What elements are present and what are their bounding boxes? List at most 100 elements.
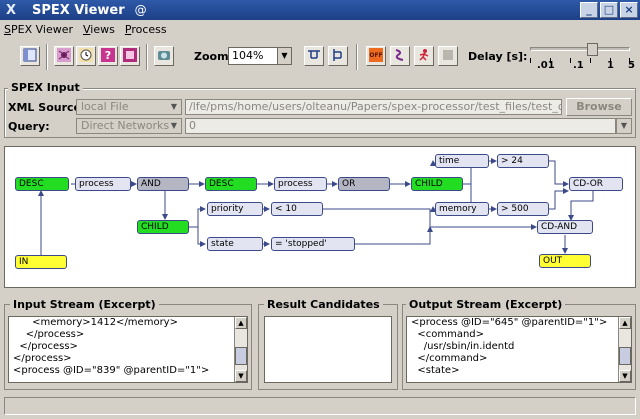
menu-process[interactable]: Process (125, 23, 167, 36)
tree-vertical-icon (333, 49, 342, 61)
scroll-thumb[interactable] (235, 347, 247, 365)
svg-text:?: ? (105, 49, 111, 62)
bug-button[interactable] (54, 46, 74, 66)
graph-node[interactable]: < 10 (271, 202, 323, 216)
menu-spex-viewer[interactable]: SPEX Viewer (4, 23, 73, 36)
xml-source-select[interactable]: local File ▼ (76, 99, 182, 115)
pause-button[interactable] (438, 46, 458, 66)
graph-node[interactable]: time (435, 154, 489, 168)
input-stream-line: <process @ID="839" @parentID="1"> (13, 365, 210, 376)
scroll-up-icon[interactable]: ▲ (235, 317, 247, 329)
spex-input-title: SPEX Input (8, 81, 83, 94)
step-button[interactable] (390, 46, 410, 66)
input-stream-list[interactable]: <memory>1412</memory> </process> </proce… (8, 316, 248, 383)
layout-vertical-button[interactable] (328, 46, 348, 66)
stop-button[interactable] (120, 46, 140, 66)
graph-edge (189, 206, 206, 228)
bug-icon (57, 48, 71, 62)
graph-node[interactable]: memory (435, 202, 489, 216)
query-dropdown[interactable]: ▼ (616, 118, 632, 134)
off-label: OFF (369, 52, 383, 59)
slider-tick (530, 58, 531, 63)
snapshot-button[interactable] (154, 46, 174, 66)
graph-node[interactable]: AND (137, 177, 189, 191)
output-stream-line: </command> (411, 353, 488, 364)
graph-node[interactable]: > 24 (497, 154, 549, 168)
xml-path-field[interactable]: /lfe/pms/home/users/olteanu/Papers/spex-… (185, 99, 562, 115)
query-field[interactable]: 0 (185, 118, 616, 134)
input-stream-line: <memory>1412</memory> (13, 317, 178, 328)
query-label: Query: (8, 120, 50, 133)
graph-node[interactable]: CHILD (411, 177, 463, 191)
status-bar (4, 397, 636, 415)
menu-bar: SPEX Viewer Views Process (0, 20, 640, 38)
query-type-value: Direct Networks (81, 119, 170, 132)
graph-node[interactable]: CD-OR (569, 177, 623, 191)
output-stream-scrollbar[interactable]: ▲ ▼ (618, 317, 631, 382)
output-stream-line: <state> (411, 365, 460, 376)
scroll-thumb[interactable] (619, 347, 631, 365)
graph-node[interactable]: CD-AND (537, 220, 593, 234)
graph-node[interactable]: CHILD (137, 220, 189, 234)
off-button[interactable]: OFF (366, 46, 386, 66)
graph-node[interactable]: process (75, 177, 131, 191)
graph-node[interactable]: = 'stopped' (271, 237, 355, 251)
browse-button[interactable]: Browse (566, 98, 632, 116)
result-candidates-list[interactable] (264, 316, 392, 383)
run-button[interactable] (414, 46, 434, 66)
scroll-down-icon[interactable]: ▼ (235, 370, 247, 382)
clock-button[interactable] (76, 46, 96, 66)
spiral-icon: @ (134, 3, 147, 17)
graph-edge (355, 226, 433, 245)
maximize-button[interactable]: □ (600, 2, 618, 18)
query-graph-canvas[interactable]: DESC process AND DESC process OR CHILD t… (4, 146, 636, 288)
minimize-button[interactable]: _ (580, 2, 598, 18)
zoom-select[interactable]: 104% ▼ (228, 47, 292, 65)
menu-views[interactable]: Views (83, 23, 115, 36)
query-type-select[interactable]: Direct Networks ▼ (76, 118, 182, 134)
graph-node[interactable]: state (207, 237, 263, 251)
graph-node[interactable]: DESC (205, 177, 257, 191)
chevron-down-icon[interactable]: ▼ (167, 119, 181, 133)
scroll-down-icon[interactable]: ▼ (619, 370, 631, 382)
close-button[interactable]: × (620, 2, 638, 18)
graph-node[interactable]: priority (207, 202, 263, 216)
input-stream-line: </process> (13, 353, 72, 364)
title-bar[interactable]: X SPEX Viewer @ _ □ × (0, 0, 640, 20)
app-icon[interactable]: X (0, 3, 22, 18)
layout-horizontal-button[interactable] (304, 46, 324, 66)
slider-tick (570, 58, 571, 63)
slider-tick-label: 5 (628, 60, 635, 71)
graph-node[interactable]: process (274, 177, 327, 191)
chevron-down-icon[interactable]: ▼ (167, 100, 181, 114)
window-icon (23, 48, 37, 62)
question-icon: ? (101, 48, 115, 62)
slider-tick-label: .1 (573, 60, 584, 71)
window-view-button[interactable] (20, 46, 40, 66)
graph-node[interactable]: OR (338, 177, 390, 191)
input-stream-line: </process> (13, 329, 85, 340)
chevron-down-icon[interactable]: ▼ (617, 119, 631, 133)
output-stream-list[interactable]: <process @ID="645" @parentID="1"> <comma… (406, 316, 632, 383)
graph-node[interactable]: IN (15, 255, 67, 269)
input-stream-scrollbar[interactable]: ▲ ▼ (234, 317, 247, 382)
xml-source-label: XML Source: (8, 101, 86, 114)
chevron-down-icon[interactable]: ▼ (277, 48, 291, 64)
input-stream-title: Input Stream (Excerpt) (10, 298, 159, 311)
slider-tick-label: 1 (607, 60, 614, 71)
runner-icon (419, 49, 429, 61)
scroll-up-icon[interactable]: ▲ (619, 317, 631, 329)
help-button[interactable]: ? (98, 46, 118, 66)
toolbar-separator (356, 44, 358, 70)
camera-icon (158, 51, 170, 60)
graph-node[interactable]: > 500 (497, 202, 549, 216)
graph-node[interactable]: DESC (15, 177, 69, 191)
input-stream-line: </process> (13, 341, 78, 352)
tree-horizontal-icon (308, 50, 320, 59)
zoom-value: 104% (232, 49, 264, 62)
output-stream-line: <command> (411, 329, 485, 340)
graph-node[interactable]: OUT (539, 254, 591, 268)
delay-slider-thumb[interactable] (587, 43, 598, 56)
delay-slider[interactable] (530, 43, 630, 56)
delay-label: Delay [s]: (468, 50, 528, 63)
